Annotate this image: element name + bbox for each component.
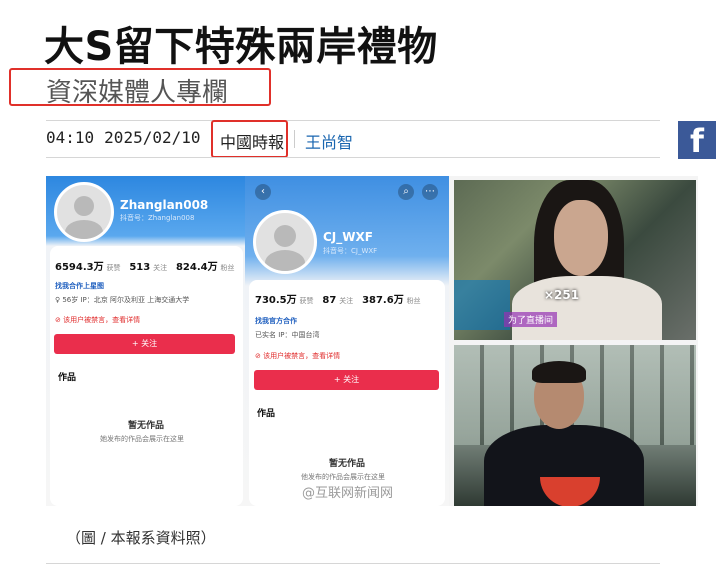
profile-stats: 730.5万 获赞 87 关注 387.6万 粉丝	[255, 295, 421, 306]
facebook-share-button[interactable]: f	[678, 121, 716, 159]
avatar	[253, 210, 317, 274]
profile-username: CJ_WXF	[323, 230, 373, 244]
empty-works-subtitle: 他发布的作品会展示在这里	[301, 473, 385, 481]
meta-divider	[46, 157, 660, 158]
source-name: 中國時報	[220, 133, 285, 152]
image-caption: （圖 / 本報系資料照）	[66, 529, 216, 547]
publish-date: 2025/02/10	[104, 128, 201, 147]
empty-works-title: 暂无作品	[329, 459, 366, 469]
ban-warning: ⊘ 该用户被禁言，查看详情	[55, 316, 141, 324]
avatar	[54, 182, 114, 242]
image-watermark: @互联网新闻网	[302, 486, 394, 501]
cooperation-link: 找我合作上星图	[55, 282, 104, 290]
ban-warning: ⊘ 该用户被禁言，查看详情	[255, 352, 341, 360]
author-link[interactable]: 王尚智	[305, 129, 353, 153]
follow-button: + 关注	[54, 334, 235, 354]
article-subtitle: 資深媒體人專欄	[46, 78, 229, 108]
noodle-photo	[454, 345, 696, 506]
search-icon: ⌕	[398, 184, 414, 200]
profile-id: 抖音号：Zhanglan008	[120, 214, 195, 222]
facebook-icon: f	[690, 122, 704, 159]
meta-separator	[294, 130, 295, 148]
live-caption: 为了直播间	[504, 312, 558, 327]
works-heading: 作品	[58, 373, 77, 383]
works-heading: 作品	[257, 409, 276, 419]
profile-username: Zhanglan008	[120, 198, 209, 212]
more-icon: ⋯	[422, 184, 438, 200]
profile-info: ♀ 56岁 IP：北京 阿尔及利亚 上海交通大学	[55, 296, 190, 304]
top-divider	[46, 120, 660, 121]
article-title: 大S留下特殊兩岸禮物	[44, 24, 438, 70]
live-gift-badge: ×251	[544, 288, 580, 302]
profile-id: 抖音号：CJ_WXF	[323, 247, 378, 255]
article-image: Zhanglan008 抖音号：Zhanglan008 6594.3万 获赞 5…	[46, 176, 698, 506]
empty-works-subtitle: 她发布的作品会展示在这里	[100, 435, 184, 443]
livestream-photo: ×251 为了直播间	[454, 180, 696, 340]
profile-screenshot-1: Zhanglan008 抖音号：Zhanglan008 6594.3万 获赞 5…	[46, 176, 247, 506]
back-icon: ‹	[255, 184, 271, 200]
profile-screenshot-2: ‹ ⌕ ⋯ CJ_WXF 抖音号：CJ_WXF 730.5万 获赞 87 关注 …	[245, 176, 449, 506]
bottom-divider	[46, 563, 660, 564]
profile-info: 已实名 IP：中国台湾	[255, 331, 320, 339]
empty-works-title: 暂无作品	[128, 421, 165, 431]
profile-stats: 6594.3万 获赞 513 关注 824.4万 粉丝	[55, 262, 235, 273]
article-meta: 04:10 2025/02/10	[46, 128, 201, 147]
publish-time: 04:10	[46, 128, 95, 147]
cooperation-link: 找我官方合作	[255, 317, 297, 325]
follow-button: + 关注	[254, 370, 439, 390]
